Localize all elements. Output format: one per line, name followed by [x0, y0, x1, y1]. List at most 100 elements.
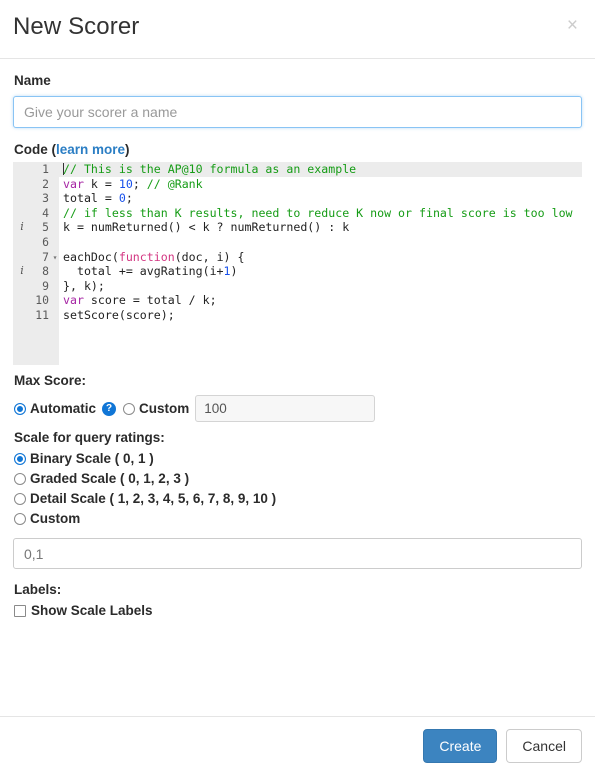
code-line-info-icon[interactable]: i	[15, 264, 29, 279]
scale-option-row[interactable]: Custom	[13, 511, 582, 527]
code-token: total =	[63, 191, 119, 206]
code-token: 10	[118, 176, 133, 191]
labels-label: Labels:	[14, 582, 62, 597]
label-scale-binary: Binary Scale ( 0, 1 )	[30, 451, 154, 466]
code-line-text: total += avgRating(i+1)	[59, 264, 582, 279]
label-scale-custom: Custom	[30, 511, 81, 526]
radio-scale-graded[interactable]	[14, 473, 26, 485]
create-button[interactable]: Create	[423, 728, 498, 763]
code-token: eachDoc(	[63, 249, 119, 264]
label-show-scale-labels: Show Scale Labels	[31, 603, 153, 618]
code-token: (doc, i) {	[174, 249, 245, 264]
code-token: // @Rank	[146, 176, 203, 191]
code-line-text: // if less than K results, need to reduc…	[59, 206, 582, 221]
page-title: New Scorer	[13, 13, 140, 40]
code-token: // This is the AP@10 formula as an examp…	[63, 162, 357, 176]
name-label: Name	[14, 73, 51, 88]
code-token: ;	[125, 191, 133, 206]
max-score-custom-input[interactable]	[195, 395, 376, 422]
code-field-group: Code (learn more) 1 // This is the AP@10 …	[13, 142, 582, 365]
code-token: 1	[223, 264, 231, 279]
code-line[interactable]: 9 }, k);	[13, 279, 582, 294]
code-line-number: 6	[42, 234, 49, 249]
code-lines[interactable]: 1 // This is the AP@10 formula as an exam…	[13, 162, 582, 323]
radio-max-score-automatic[interactable]	[14, 402, 26, 415]
radio-scale-binary[interactable]	[14, 453, 26, 465]
code-line-text: var score = total / k;	[59, 293, 582, 308]
code-line-number: 4	[42, 205, 49, 220]
label-scale-detail: Detail Scale ( 1, 2, 3, 4, 5, 6, 7, 8, 9…	[30, 491, 277, 506]
learn-more-link[interactable]: learn more	[56, 142, 125, 157]
label-scale-graded: Graded Scale ( 0, 1, 2, 3 )	[30, 471, 190, 486]
dialog-body: Name Code (learn more) 1 // This is the A…	[0, 59, 595, 716]
code-line-number: 7	[42, 249, 49, 264]
scale-option-row[interactable]: Graded Scale ( 0, 1, 2, 3 )	[13, 471, 582, 487]
dialog-header: New Scorer ×	[0, 0, 595, 59]
code-line-number: 3	[42, 191, 49, 206]
code-token: function	[118, 249, 175, 264]
code-line[interactable]: 11 setScore(score);	[13, 308, 582, 323]
code-line[interactable]: i5 k = numReturned() < k ? numReturned() …	[13, 220, 582, 235]
code-token: k = numReturned() < k ? numReturned() : …	[63, 220, 350, 235]
scale-options: Binary Scale ( 0, 1 ) Graded Scale ( 0, 1…	[13, 451, 582, 527]
paren-close: )	[125, 142, 130, 157]
code-token: var	[63, 176, 84, 191]
code-line[interactable]: 3 total = 0;	[13, 191, 582, 206]
scale-option-row[interactable]: Detail Scale ( 1, 2, 3, 4, 5, 6, 7, 8, 9…	[13, 491, 582, 507]
code-token: setScore(score);	[63, 307, 175, 322]
scale-values-input[interactable]	[13, 538, 582, 569]
code-line-number: 5	[42, 220, 49, 235]
code-line-text: eachDoc(function(doc, i) {	[59, 250, 582, 265]
cancel-button[interactable]: Cancel	[506, 728, 582, 763]
name-field-group: Name	[13, 73, 582, 128]
radio-scale-detail[interactable]	[14, 493, 26, 505]
code-line-info-icon[interactable]: i	[15, 220, 29, 235]
code-token: 0	[118, 191, 126, 206]
label-max-score-custom: Custom	[139, 400, 190, 416]
code-line[interactable]: i8 total += avgRating(i+1)	[13, 264, 582, 279]
code-token: total += avgRating(i+	[63, 264, 224, 279]
max-score-options: Automatic ? Custom	[13, 395, 582, 422]
radio-scale-custom[interactable]	[14, 513, 26, 525]
show-scale-labels-row[interactable]: Show Scale Labels	[13, 603, 582, 619]
name-input[interactable]	[13, 96, 582, 128]
code-line[interactable]: 10 var score = total / k;	[13, 293, 582, 308]
scale-group: Scale for query ratings: Binary Scale ( …	[13, 430, 582, 569]
code-label: Code (learn more)	[14, 142, 582, 158]
code-token: )	[230, 264, 238, 279]
code-line[interactable]: 4 // if less than K results, need to redu…	[13, 206, 582, 221]
code-token: k =	[83, 176, 119, 191]
radio-max-score-custom[interactable]	[123, 402, 136, 415]
code-line-number: 8	[42, 264, 49, 279]
code-line-text: // This is the AP@10 formula as an examp…	[59, 162, 582, 177]
new-scorer-dialog: New Scorer × Name Code (learn more) 1 // …	[0, 0, 595, 774]
code-line-number: 1	[42, 162, 49, 176]
scale-option-row[interactable]: Binary Scale ( 0, 1 )	[13, 451, 582, 467]
labels-group: Labels: Show Scale Labels	[13, 582, 582, 619]
code-line-number: 9	[42, 278, 49, 293]
code-line-text: var k = 10; // @Rank	[59, 177, 582, 192]
code-token: score = total / k;	[83, 293, 217, 308]
code-line[interactable]: 6	[13, 235, 582, 250]
dialog-footer: Create Cancel	[0, 716, 595, 774]
code-token: ;	[132, 176, 147, 191]
checkbox-show-scale-labels[interactable]	[14, 605, 26, 617]
code-line[interactable]: 1 // This is the AP@10 formula as an exam…	[13, 162, 582, 177]
code-token: // if less than K results, need to reduc…	[63, 205, 573, 220]
code-line[interactable]: 7 ▾ eachDoc(function(doc, i) {	[13, 250, 582, 265]
code-line-text: setScore(score);	[59, 308, 582, 323]
code-line-text: k = numReturned() < k ? numReturned() : …	[59, 220, 582, 235]
code-token: }, k);	[63, 278, 105, 293]
code-line-text: }, k);	[59, 279, 582, 294]
close-icon[interactable]: ×	[563, 14, 582, 37]
help-circle-icon[interactable]: ?	[102, 401, 117, 416]
code-fold-toggle-icon[interactable]: ▾	[51, 250, 59, 265]
code-editor[interactable]: 1 // This is the AP@10 formula as an exam…	[13, 162, 582, 365]
scale-label: Scale for query ratings:	[14, 430, 165, 445]
code-line-number: 2	[42, 176, 49, 191]
code-token: var	[63, 293, 84, 308]
code-line-number: 11	[35, 307, 49, 322]
code-line[interactable]: 2 var k = 10; // @Rank	[13, 177, 582, 192]
code-line-number: 10	[35, 293, 49, 308]
